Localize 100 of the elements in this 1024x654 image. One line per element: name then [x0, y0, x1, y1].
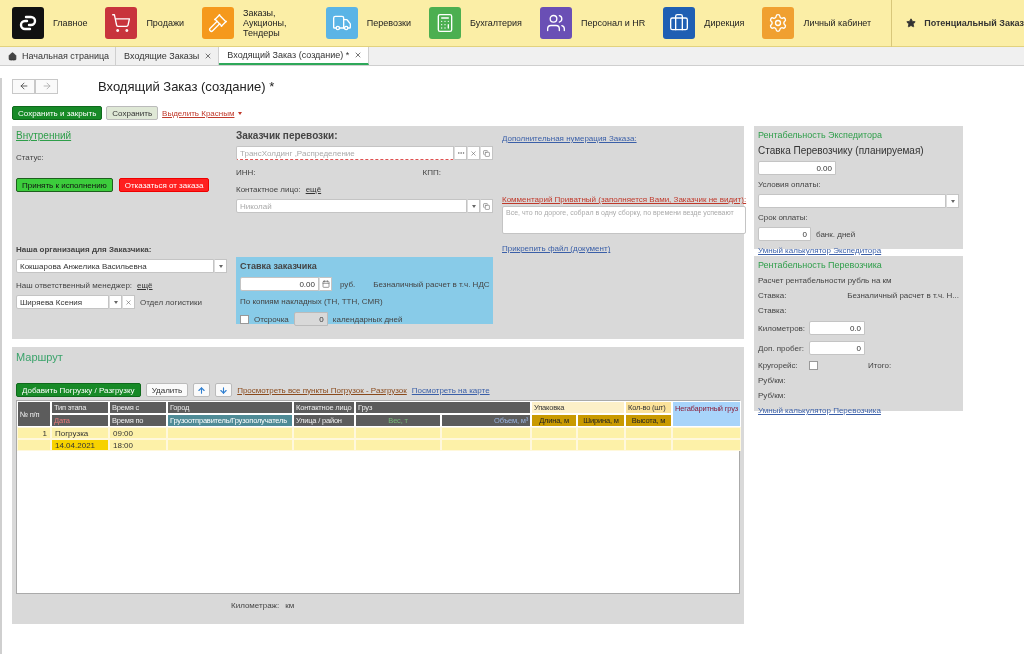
tab[interactable]: Начальная страница: [0, 47, 117, 65]
menu-item[interactable]: Личный кабинет: [762, 7, 872, 39]
mileage-label: Километраж:: [231, 601, 280, 610]
calculator-link[interactable]: Умный калькулятор Экспедитора: [758, 246, 959, 255]
field-label: Срок оплаты:: [758, 213, 809, 222]
back-button[interactable]: [12, 78, 35, 94]
open-icon: [483, 149, 490, 157]
input-field[interactable]: 0: [758, 227, 811, 241]
move-down-button[interactable]: [215, 383, 233, 397]
field-label: Контактное лицо:: [236, 185, 301, 194]
save-button[interactable]: Сохранить: [106, 106, 159, 120]
menu-item[interactable]: Бухгалтерия: [429, 7, 522, 39]
star-icon[interactable]: [906, 18, 917, 28]
highlight-link[interactable]: Выделить Красным: [162, 108, 235, 118]
status-label: Статус:: [16, 153, 45, 162]
kpp-label: КПП:: [422, 168, 441, 177]
move-up-button[interactable]: [193, 383, 211, 397]
attach-link[interactable]: Прикрепить файл (документ): [502, 244, 747, 253]
table-cell: 1: [17, 427, 51, 439]
calculator-button[interactable]: [319, 277, 332, 291]
field-label: Ставка:: [758, 291, 787, 300]
input-field[interactable]: 0: [809, 341, 865, 355]
field-label: Руб/км:: [758, 391, 787, 400]
table-cell[interactable]: 14.04.2021: [51, 439, 109, 451]
route-title: Маршрут: [16, 351, 64, 363]
checkbox[interactable]: [809, 361, 818, 370]
menu-item[interactable]: Продажи: [105, 7, 184, 39]
close-icon[interactable]: [354, 51, 363, 59]
more-icon: [456, 149, 465, 157]
menu-item[interactable]: Заказы, Аукционы, Тендеры: [202, 7, 308, 39]
view-all-link[interactable]: Просмотреть все пункты Погрузок - Разгрузок: [237, 385, 407, 395]
select-field[interactable]: Николай: [236, 199, 467, 213]
documents-label: По копиям накладных (ТН, ТТН, CMR): [240, 297, 384, 306]
accept-button[interactable]: Принять к исполнению: [16, 178, 113, 192]
close-icon: [470, 149, 477, 157]
field-label: Километров:: [758, 323, 804, 333]
tab[interactable]: Входящий Заказ (создание) *: [219, 47, 370, 65]
calculator-link[interactable]: Умный калькулятор Перевозчика: [758, 406, 959, 415]
close-icon: [125, 298, 132, 306]
comment-link[interactable]: Комментарий Приватный (заполняется Вами, Заказчик не видит):: [502, 195, 747, 204]
input-field[interactable]: 0.00: [758, 161, 836, 175]
home-icon: [8, 51, 17, 61]
field-label: Кругорейс:: [758, 361, 799, 370]
panel-title: Рентабельность Перевозчика: [758, 260, 883, 270]
select-field[interactable]: [758, 194, 946, 208]
open-button[interactable]: [480, 146, 493, 160]
numbering-link[interactable]: Дополнительная нумерация Заказа:: [502, 134, 747, 143]
decline-button[interactable]: Отказаться от заказа: [118, 178, 210, 192]
table-cell: [577, 427, 625, 439]
dropdown-button[interactable]: [214, 259, 227, 273]
table-cell: Погрузка: [51, 427, 109, 439]
caret-icon: [950, 199, 955, 203]
input-field[interactable]: 0.0: [809, 321, 865, 335]
table-cell: [577, 439, 625, 451]
select-field[interactable]: Ширяева Ксения: [16, 295, 109, 309]
delete-button[interactable]: Удалить: [145, 383, 189, 397]
menu-item[interactable]: Главное: [12, 7, 88, 39]
menu-item[interactable]: Персонал и HR: [540, 7, 646, 39]
department-label: Отдел логистики: [140, 297, 203, 307]
add-button[interactable]: Добавить Погрузку / Разгрузку: [16, 383, 141, 397]
caret-icon: [113, 300, 118, 304]
more-button[interactable]: [454, 146, 467, 160]
dropdown-button[interactable]: [467, 199, 480, 213]
panel-subtitle: Расчет рентабельности рубль на км: [758, 276, 893, 285]
save-close-button[interactable]: Сохранить и закрыть: [12, 106, 103, 120]
menu-item[interactable]: Перевозки: [325, 7, 411, 39]
arrow-up-icon: [197, 385, 207, 395]
favorite-link[interactable]: Потенциальный Заказ: [924, 18, 1024, 28]
table-cell: 09:00: [109, 427, 167, 439]
field-label: Заказчик перевозки:: [236, 130, 339, 141]
forward-button[interactable]: [35, 78, 58, 94]
total-label: Итого:: [868, 361, 892, 370]
clear-button[interactable]: [467, 146, 480, 160]
open-button[interactable]: [480, 199, 493, 213]
more-link[interactable]: ещё: [137, 281, 153, 290]
dropdown-button[interactable]: [946, 194, 959, 208]
select-field[interactable]: Кокшарова Анжелика Васильевна: [16, 259, 214, 273]
field-label: Наш ответственный менеджер:: [16, 281, 133, 290]
rate-title: Ставка заказчика: [240, 261, 318, 271]
clear-button[interactable]: [122, 295, 135, 309]
table-cell: [625, 439, 672, 451]
close-icon[interactable]: [204, 52, 213, 60]
table-cell: [293, 427, 355, 439]
payment-label: Безналичный расчет в т.ч. НДС: [373, 279, 490, 289]
table-cell: [672, 439, 741, 451]
more-link[interactable]: ещё: [305, 185, 322, 194]
table-cell: [625, 427, 672, 439]
dropdown-button[interactable]: [109, 295, 122, 309]
unit-label: календарных дней: [332, 314, 403, 324]
input-field[interactable]: 0.00: [240, 277, 319, 291]
table-cell: [531, 427, 577, 439]
payment-label: Безналичный расчет в т.ч. Н...: [847, 291, 959, 300]
map-link[interactable]: Посмотреть на карте: [411, 385, 490, 395]
table-cell: [17, 439, 51, 451]
input-field[interactable]: ТрансХолдинг ,Распределение: [236, 146, 454, 160]
calendar-icon: [321, 280, 330, 288]
unit-label: км: [285, 601, 295, 610]
field-label: Условия оплаты:: [758, 180, 822, 189]
menu-item[interactable]: Дирекция: [663, 7, 745, 39]
caret-icon: [218, 264, 223, 268]
